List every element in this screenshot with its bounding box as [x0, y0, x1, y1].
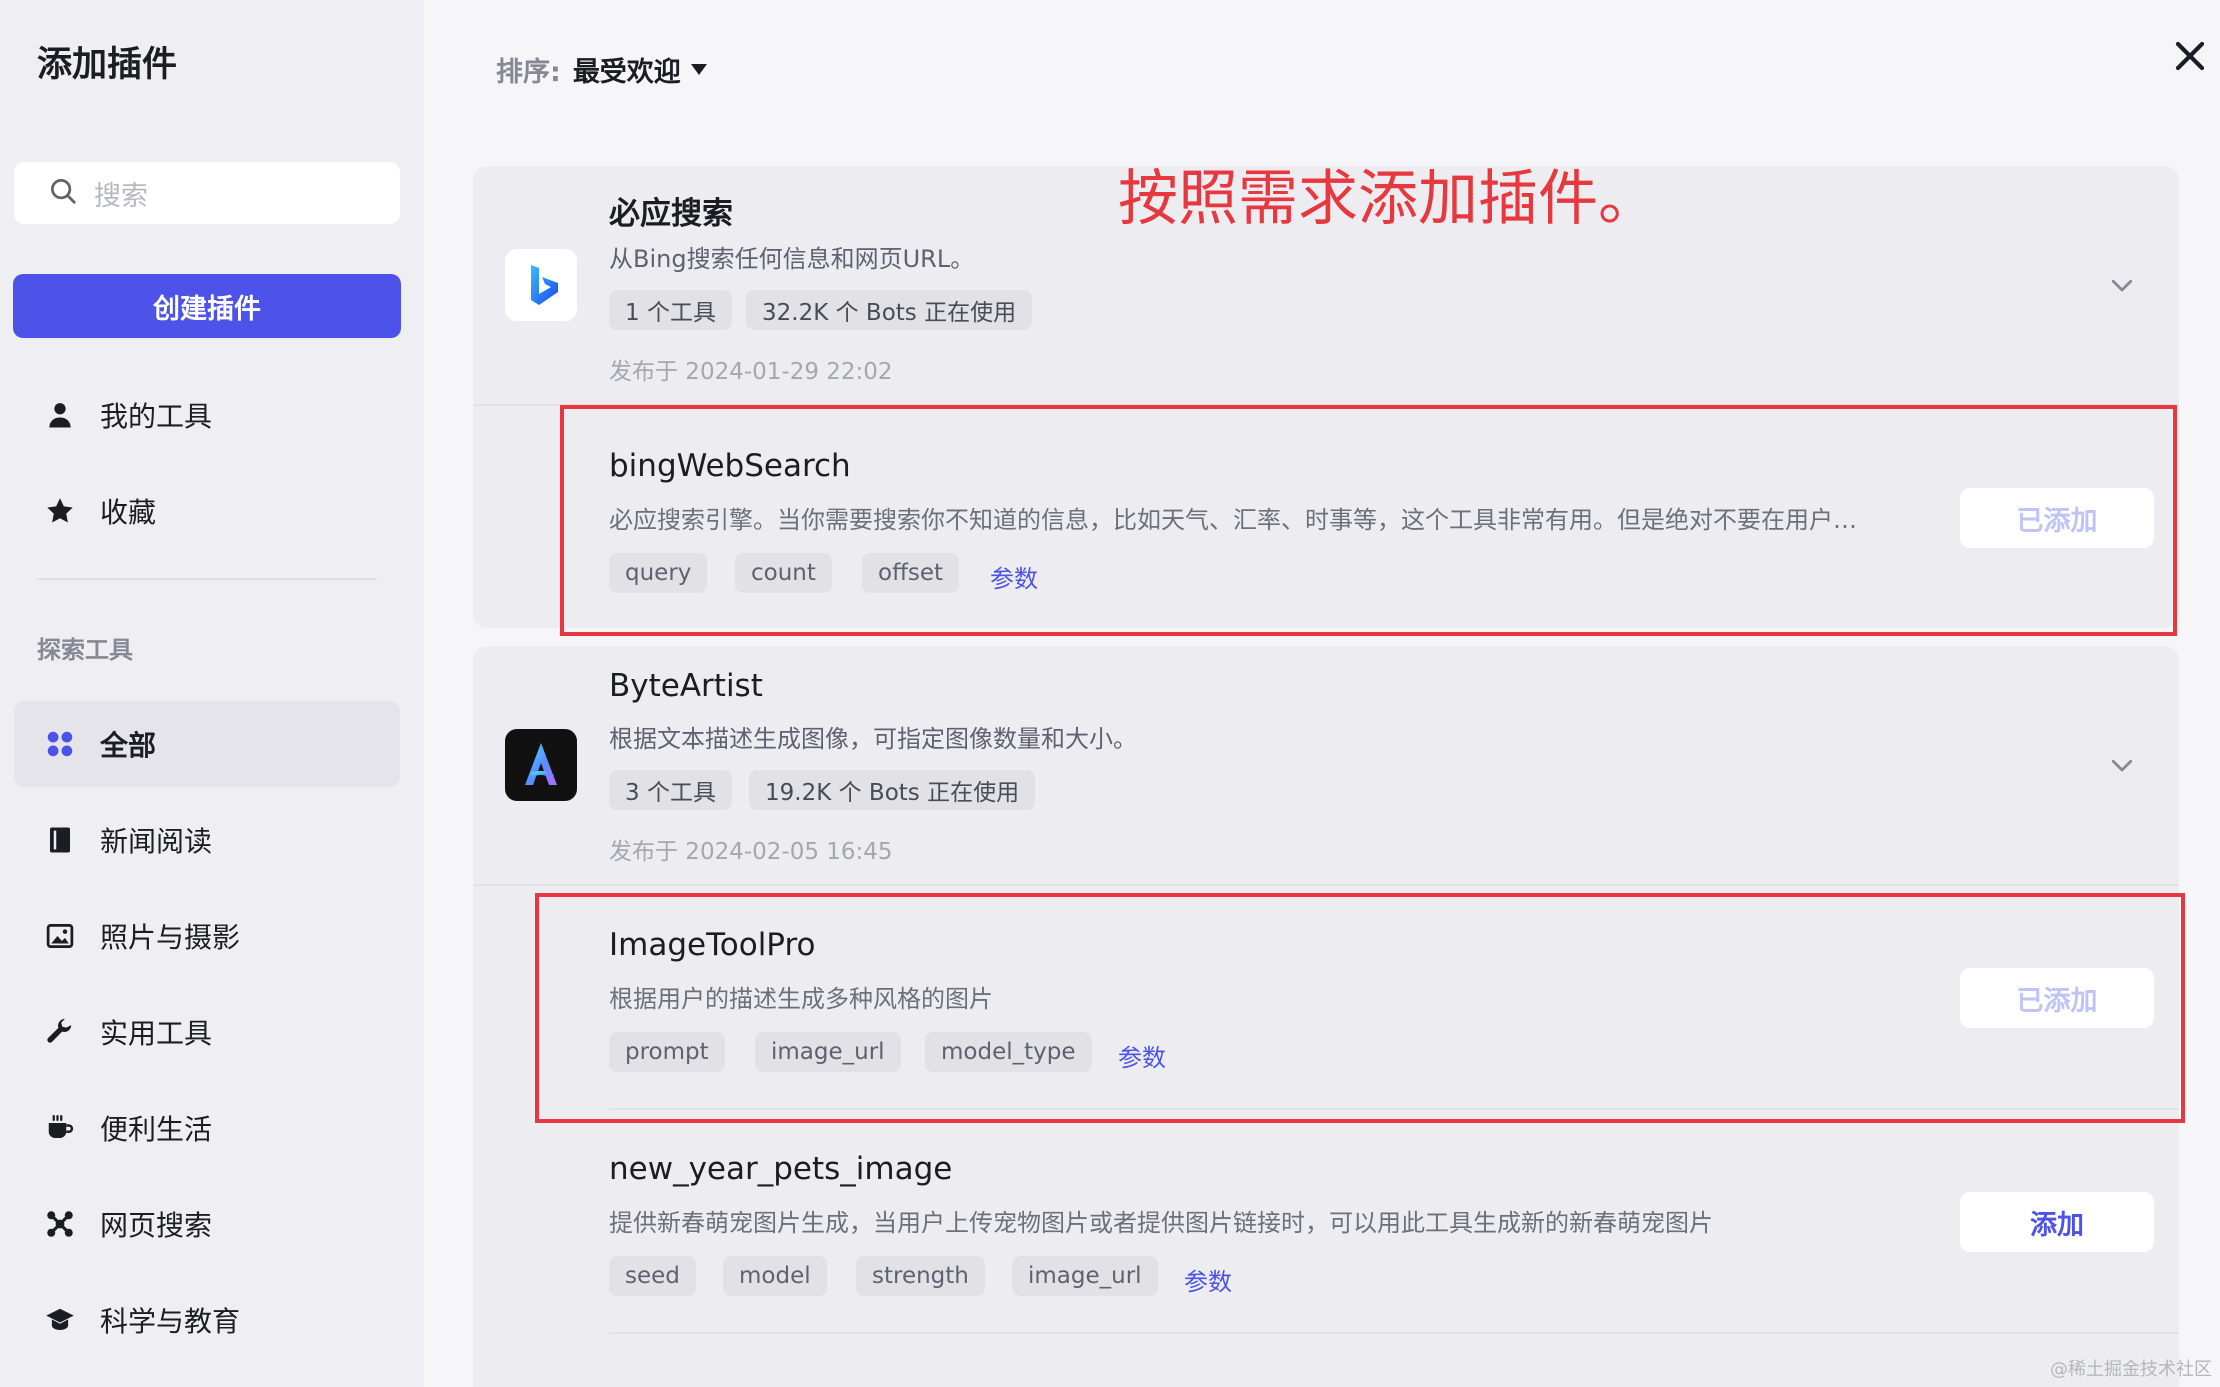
caret-down-icon: [690, 64, 707, 75]
param-tag: strength: [856, 1256, 985, 1296]
sidebar-item-news[interactable]: 新闻阅读: [14, 797, 400, 883]
sidebar-item-photography[interactable]: 照片与摄影: [14, 893, 400, 979]
plugin-name: ByteArtist: [609, 668, 763, 704]
sidebar-item-label: 便利生活: [100, 1113, 213, 1146]
sidebar-item-utilities[interactable]: 实用工具: [14, 989, 400, 1075]
sidebar-item-label: 网页搜索: [100, 1209, 213, 1242]
sidebar-item-education[interactable]: 科学与教育: [14, 1277, 400, 1363]
publish-date: 发布于 2024-02-05 16:45: [609, 839, 893, 865]
star-icon: [44, 495, 76, 527]
param-tag: image_url: [1012, 1256, 1158, 1296]
close-button[interactable]: [2172, 38, 2208, 74]
annotation-text: 按照需求添加插件。: [1118, 164, 1658, 234]
chevron-down-icon: [2107, 759, 2137, 784]
sidebar: 添加插件 搜索 创建插件 我的工具 收藏 探索工具 全部 新闻阅读 照片与摄影 …: [0, 0, 424, 1387]
sidebar-item-my-tools[interactable]: 我的工具: [14, 372, 400, 458]
bing-logo-icon: [505, 249, 577, 321]
tools-count-badge: 3 个工具: [609, 770, 732, 810]
plugin-description: 从Bing搜索任何信息和网页URL。: [609, 245, 975, 273]
sidebar-item-label: 新闻阅读: [100, 825, 213, 858]
watermark: @稀土掘金技术社区: [2050, 1359, 2212, 1380]
expand-toggle[interactable]: [2107, 750, 2137, 780]
param-tag: model: [723, 1256, 827, 1296]
highlight-box: [535, 893, 2185, 1123]
person-icon: [44, 399, 76, 431]
sidebar-item-label: 全部: [100, 729, 157, 762]
sort-dropdown[interactable]: 排序: 最受欢迎: [496, 50, 707, 89]
close-icon: [2172, 41, 2208, 78]
network-icon: [44, 1208, 76, 1240]
search-placeholder: 搜索: [94, 180, 148, 212]
highlight-box: [560, 405, 2177, 636]
create-plugin-button[interactable]: 创建插件: [13, 274, 401, 338]
tool-name: new_year_pets_image: [609, 1151, 953, 1187]
grid-icon: [44, 728, 76, 760]
sidebar-divider: [37, 578, 377, 580]
chevron-down-icon: [2107, 279, 2137, 304]
sidebar-item-lifestyle[interactable]: 便利生活: [14, 1085, 400, 1171]
sidebar-item-favorites[interactable]: 收藏: [14, 468, 400, 554]
plugin-description: 根据文本描述生成图像，可指定图像数量和大小。: [609, 725, 1137, 753]
usage-badge: 32.2K 个 Bots 正在使用: [746, 290, 1033, 330]
publish-date: 发布于 2024-01-29 22:02: [609, 359, 893, 385]
sort-value: 最受欢迎: [572, 57, 681, 88]
search-input[interactable]: 搜索: [14, 162, 400, 224]
expand-toggle[interactable]: [2107, 270, 2137, 300]
sidebar-item-label: 科学与教育: [100, 1305, 241, 1338]
param-tag: seed: [609, 1256, 696, 1296]
tools-count-badge: 1 个工具: [609, 290, 732, 330]
sort-label: 排序:: [496, 57, 561, 88]
sidebar-item-all[interactable]: 全部: [14, 701, 400, 787]
wrench-icon: [44, 1016, 76, 1048]
params-link[interactable]: 参数: [1184, 1262, 1232, 1297]
sidebar-item-label: 实用工具: [100, 1017, 213, 1050]
card-divider: [473, 884, 2179, 886]
image-icon: [44, 920, 76, 952]
cup-icon: [44, 1112, 76, 1144]
tool-divider: [609, 1332, 2179, 1334]
sidebar-item-web-search[interactable]: 网页搜索: [14, 1181, 400, 1267]
byteartist-logo-icon: [505, 729, 577, 801]
usage-badge: 19.2K 个 Bots 正在使用: [749, 770, 1036, 810]
book-icon: [44, 824, 76, 856]
add-button[interactable]: 添加: [1960, 1192, 2154, 1252]
tool-description: 提供新春萌宠图片生成，当用户上传宠物图片或者提供图片链接时，可以用此工具生成新的…: [609, 1209, 1713, 1237]
sidebar-item-label: 收藏: [100, 496, 157, 529]
sidebar-item-label: 我的工具: [100, 400, 213, 433]
plugin-name: 必应搜索: [609, 196, 733, 232]
sidebar-title: 添加插件: [37, 45, 178, 85]
explore-section-label: 探索工具: [37, 636, 133, 664]
sidebar-item-label: 照片与摄影: [100, 921, 241, 954]
search-icon: [48, 176, 78, 210]
graduation-cap-icon: [44, 1304, 76, 1336]
